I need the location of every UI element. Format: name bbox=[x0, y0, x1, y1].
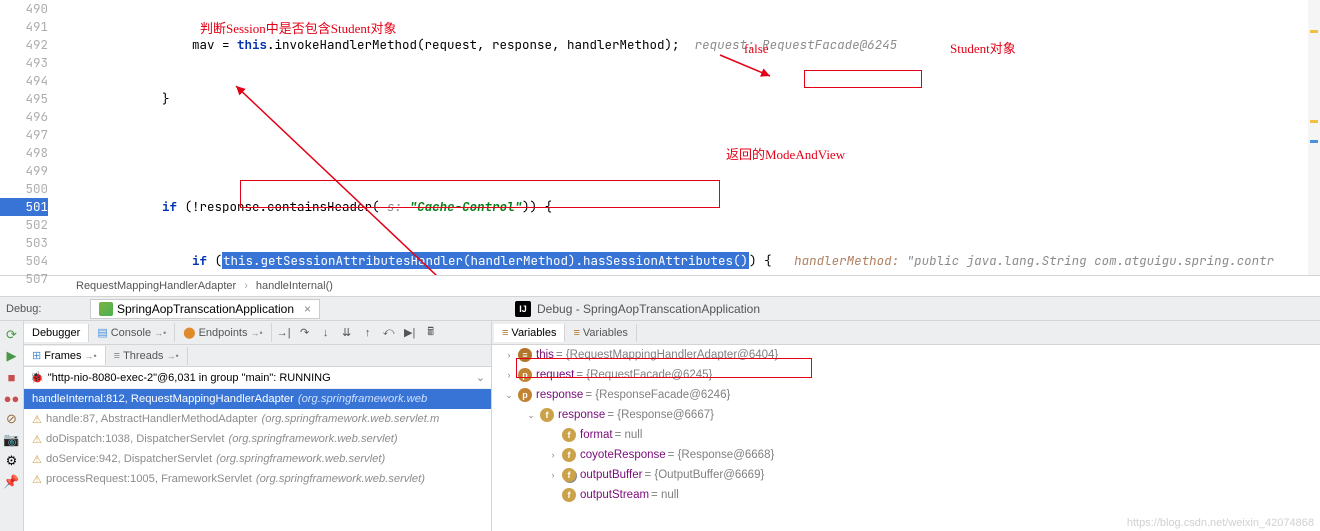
variable-icon: f bbox=[562, 448, 576, 462]
variable-row[interactable]: ⌄fresponse = {Response@6667} bbox=[492, 405, 1320, 425]
mute-breakpoints-button[interactable]: ⊘ bbox=[2, 409, 22, 429]
breadcrumb-class[interactable]: RequestMappingHandlerAdapter bbox=[72, 280, 240, 292]
tab-frames[interactable]: ⊞Frames→• bbox=[24, 346, 106, 365]
code-editor[interactable]: 4904914924934944954964974984995005015025… bbox=[0, 0, 1320, 275]
debug-header: Debug: SpringAopTranscationApplication ×… bbox=[0, 297, 1320, 321]
rerun-button[interactable]: ⟳ bbox=[2, 325, 22, 345]
close-icon[interactable]: × bbox=[298, 302, 311, 316]
run-config-tab[interactable]: SpringAopTranscationApplication × bbox=[90, 299, 320, 319]
debug-label: Debug: bbox=[0, 303, 60, 315]
drop-frame-button[interactable]: ⤺ bbox=[379, 323, 399, 343]
variable-icon: f bbox=[562, 468, 576, 482]
expand-toggle[interactable]: ⌄ bbox=[524, 410, 538, 421]
expand-toggle[interactable]: › bbox=[502, 370, 516, 380]
marker-bar[interactable] bbox=[1308, 0, 1320, 275]
variable-icon: ≡ bbox=[518, 348, 532, 362]
variable-icon: f bbox=[562, 488, 576, 502]
breadcrumb-method[interactable]: handleInternal() bbox=[252, 280, 337, 292]
step-into-button[interactable]: ↓ bbox=[316, 323, 336, 343]
variable-icon: f bbox=[562, 428, 576, 442]
stack-frame[interactable]: ⚠doService:942, DispatcherServlet (org.s… bbox=[24, 449, 491, 469]
get-thread-dump-button[interactable]: 📷 bbox=[2, 430, 22, 450]
expand-toggle[interactable]: › bbox=[502, 350, 516, 360]
variable-icon: p bbox=[518, 388, 532, 402]
stack-frame[interactable]: ⚠processRequest:1005, FrameworkServlet (… bbox=[24, 469, 491, 489]
stack-frame[interactable]: ⚠doDispatch:1038, DispatcherServlet (org… bbox=[24, 429, 491, 449]
variable-row[interactable]: ⌄presponse = {ResponseFacade@6246} bbox=[492, 385, 1320, 405]
tab-variables-1[interactable]: ≡Variables bbox=[494, 324, 565, 342]
tab-console[interactable]: ▤Console→• bbox=[89, 323, 175, 342]
step-out-button[interactable]: ↑ bbox=[358, 323, 378, 343]
variable-row[interactable]: foutputStream = null bbox=[492, 485, 1320, 505]
variable-row[interactable]: ›≡this = {RequestMappingHandlerAdapter@6… bbox=[492, 345, 1320, 365]
settings-button[interactable]: ⚙ bbox=[2, 451, 22, 471]
show-exec-point-button[interactable]: →| bbox=[274, 323, 294, 343]
variable-row[interactable]: ›foutputBuffer = {OutputBuffer@6669} bbox=[492, 465, 1320, 485]
tab-debugger[interactable]: Debugger bbox=[24, 324, 89, 342]
resume-button[interactable]: ▶ bbox=[2, 346, 22, 366]
variables-tree[interactable]: ›≡this = {RequestMappingHandlerAdapter@6… bbox=[492, 345, 1320, 531]
force-step-into-button[interactable]: ⇊ bbox=[337, 323, 357, 343]
pin-button[interactable]: 📌 bbox=[2, 472, 22, 492]
variable-row[interactable]: fformat = null bbox=[492, 425, 1320, 445]
thread-icon: 🐞 bbox=[30, 371, 44, 384]
evaluate-button[interactable]: 🖩 bbox=[421, 323, 441, 343]
frames-list[interactable]: handleInternal:812, RequestMappingHandle… bbox=[24, 389, 491, 531]
spring-boot-icon bbox=[99, 302, 113, 316]
debug-window-title: IJ Debug - SpringAopTranscationApplicati… bbox=[515, 301, 760, 317]
selected-expression[interactable]: this.getSessionAttributesHandler(handler… bbox=[222, 252, 749, 269]
run-to-cursor-button[interactable]: ▶| bbox=[400, 323, 420, 343]
debug-toolstrip: ⟳ ▶ ■ ●● ⊘ 📷 ⚙ 📌 bbox=[0, 321, 24, 531]
chevron-down-icon[interactable]: ⌄ bbox=[476, 371, 485, 384]
view-breakpoints-button[interactable]: ●● bbox=[2, 388, 22, 408]
tab-endpoints[interactable]: ⬤Endpoints→• bbox=[175, 323, 271, 342]
stack-frame[interactable]: handleInternal:812, RequestMappingHandle… bbox=[24, 389, 491, 409]
chevron-right-icon: › bbox=[240, 280, 252, 292]
intellij-icon: IJ bbox=[515, 301, 531, 317]
variable-row[interactable]: ›fcoyoteResponse = {Response@6668} bbox=[492, 445, 1320, 465]
tab-threads[interactable]: ≡Threads→• bbox=[106, 347, 188, 365]
breadcrumb[interactable]: RequestMappingHandlerAdapter › handleInt… bbox=[0, 275, 1320, 297]
thread-selector[interactable]: 🐞 "http-nio-8080-exec-2"@6,031 in group … bbox=[24, 367, 491, 389]
stop-button[interactable]: ■ bbox=[2, 367, 22, 387]
stack-frame[interactable]: ⚠handle:87, AbstractHandlerMethodAdapter… bbox=[24, 409, 491, 429]
variable-icon: f bbox=[540, 408, 554, 422]
tab-variables-2[interactable]: ≡Variables bbox=[565, 324, 636, 342]
redbox-handlermethod bbox=[804, 70, 922, 88]
step-over-button[interactable]: ↷ bbox=[295, 323, 315, 343]
variable-icon: p bbox=[518, 368, 532, 382]
code-area[interactable]: mav = this.invokeHandlerMethod(request, … bbox=[60, 0, 1320, 275]
expand-toggle[interactable]: ⌄ bbox=[502, 390, 516, 401]
variable-row[interactable]: ›prequest = {RequestFacade@6245} bbox=[492, 365, 1320, 385]
debugger-tabbar: Debugger ▤Console→• ⬤Endpoints→• →| ↷ ↓ … bbox=[24, 321, 491, 345]
gutter: 4904914924934944954964974984995005015025… bbox=[0, 0, 60, 275]
expand-toggle[interactable]: › bbox=[546, 450, 560, 460]
expand-toggle[interactable]: › bbox=[546, 470, 560, 480]
